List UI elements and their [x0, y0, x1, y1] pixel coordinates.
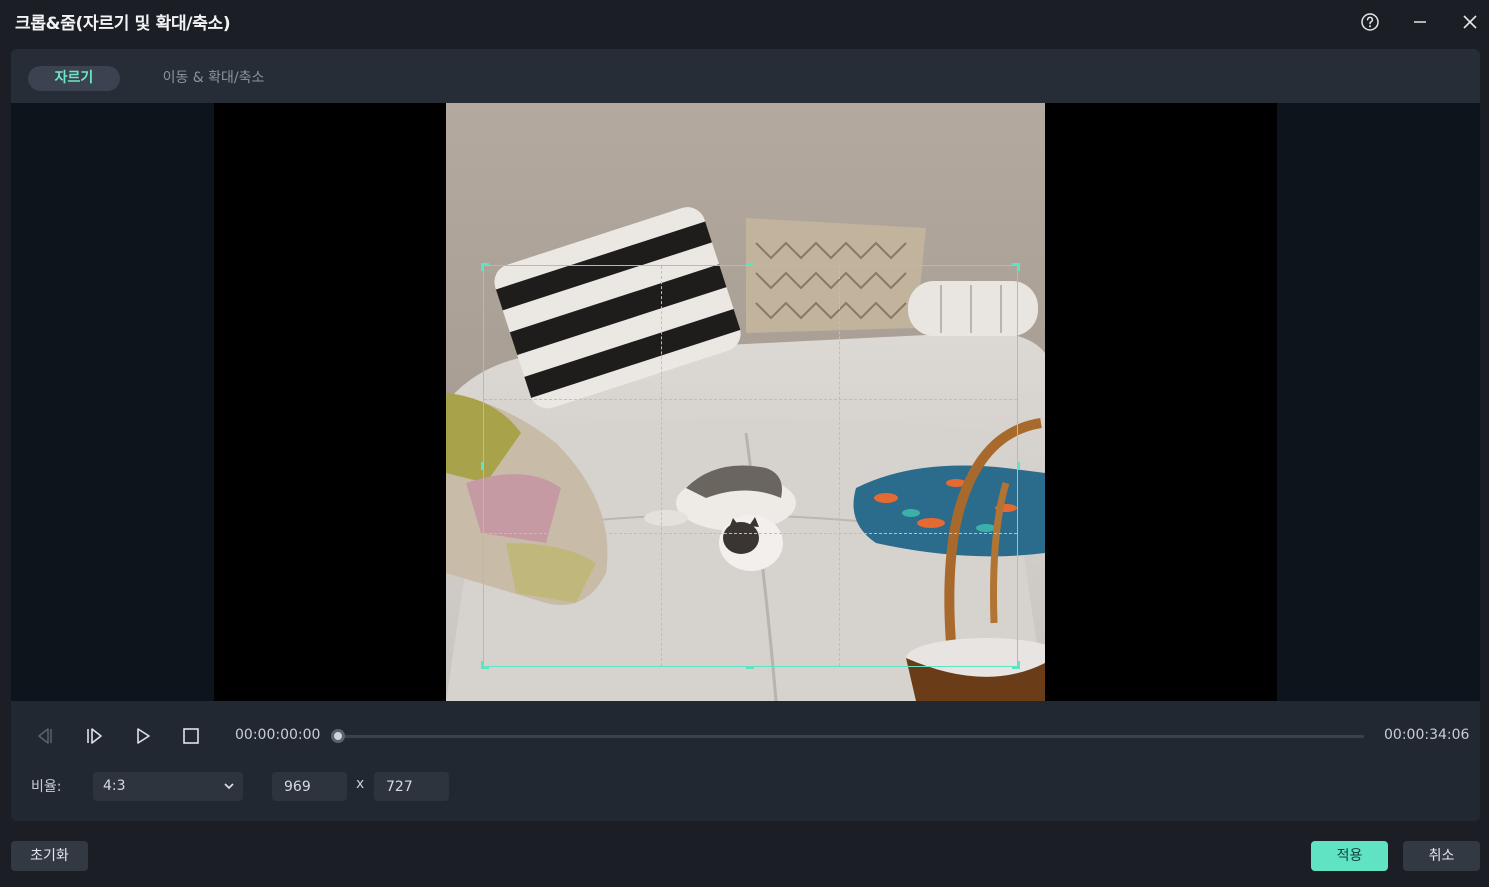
reset-button[interactable]: 초기화: [11, 841, 88, 871]
play-button[interactable]: [130, 723, 156, 749]
crop-width-input[interactable]: [272, 772, 347, 801]
main-panel: 자르기 이동 & 확대/축소 00:00:00:00 00:00:34:06 비…: [11, 49, 1480, 821]
video-preview-area: [11, 103, 1480, 701]
stop-icon: [183, 728, 199, 744]
next-frame-button[interactable]: [82, 723, 108, 749]
dimension-separator: x: [356, 776, 365, 792]
play-icon: [137, 728, 150, 744]
crop-handle-bottom-right[interactable]: [1012, 661, 1020, 669]
crop-height-input[interactable]: [374, 772, 449, 801]
tab-crop[interactable]: 자르기: [28, 66, 120, 91]
title-bar: 크롭&줌(자르기 및 확대/축소): [0, 0, 1489, 44]
ratio-label: 비율:: [31, 779, 62, 795]
window-title: 크롭&줌(자르기 및 확대/축소): [15, 14, 231, 34]
help-button[interactable]: [1356, 8, 1384, 36]
crop-handle-top-right[interactable]: [1012, 263, 1020, 271]
crop-grid-line: [661, 266, 662, 666]
prev-frame-icon: [38, 728, 52, 744]
minimize-button[interactable]: [1406, 8, 1434, 36]
help-icon: [1361, 13, 1379, 31]
controls-area: 00:00:00:00 00:00:34:06 비율: 4:3 x: [11, 701, 1480, 821]
tab-bar: 자르기 이동 & 확대/축소: [11, 49, 1480, 103]
chevron-down-icon: [224, 783, 234, 790]
crop-handle-top[interactable]: [746, 263, 754, 266]
crop-grid-line: [839, 266, 840, 666]
ratio-select[interactable]: 4:3: [93, 772, 243, 801]
crop-handle-left[interactable]: [481, 462, 484, 470]
crop-handle-bottom[interactable]: [746, 666, 754, 669]
close-icon: [1463, 15, 1477, 29]
crop-handle-top-left[interactable]: [481, 263, 489, 271]
crop-handle-bottom-left[interactable]: [481, 661, 489, 669]
crop-rectangle[interactable]: [481, 263, 1020, 669]
tab-move-zoom[interactable]: 이동 & 확대/축소: [141, 66, 286, 91]
crop-grid-line: [484, 399, 1017, 400]
total-time: 00:00:34:06: [1384, 727, 1470, 743]
minimize-icon: [1414, 21, 1426, 23]
ratio-select-value: 4:3: [103, 778, 126, 794]
close-button[interactable]: [1456, 8, 1484, 36]
next-frame-icon: [87, 728, 102, 744]
timeline-track[interactable]: [338, 735, 1364, 738]
current-time: 00:00:00:00: [235, 727, 321, 743]
crop-zoom-dialog: 크롭&줌(자르기 및 확대/축소) 자르기 이동 & 확대/축소 00:00:0…: [0, 0, 1489, 887]
crop-grid-line: [484, 533, 1017, 534]
apply-button[interactable]: 적용: [1311, 841, 1388, 871]
stop-button[interactable]: [178, 723, 204, 749]
timeline-playhead[interactable]: [331, 729, 345, 743]
cancel-button[interactable]: 취소: [1403, 841, 1480, 871]
crop-handle-right[interactable]: [1017, 462, 1020, 470]
prev-frame-button[interactable]: [31, 723, 57, 749]
